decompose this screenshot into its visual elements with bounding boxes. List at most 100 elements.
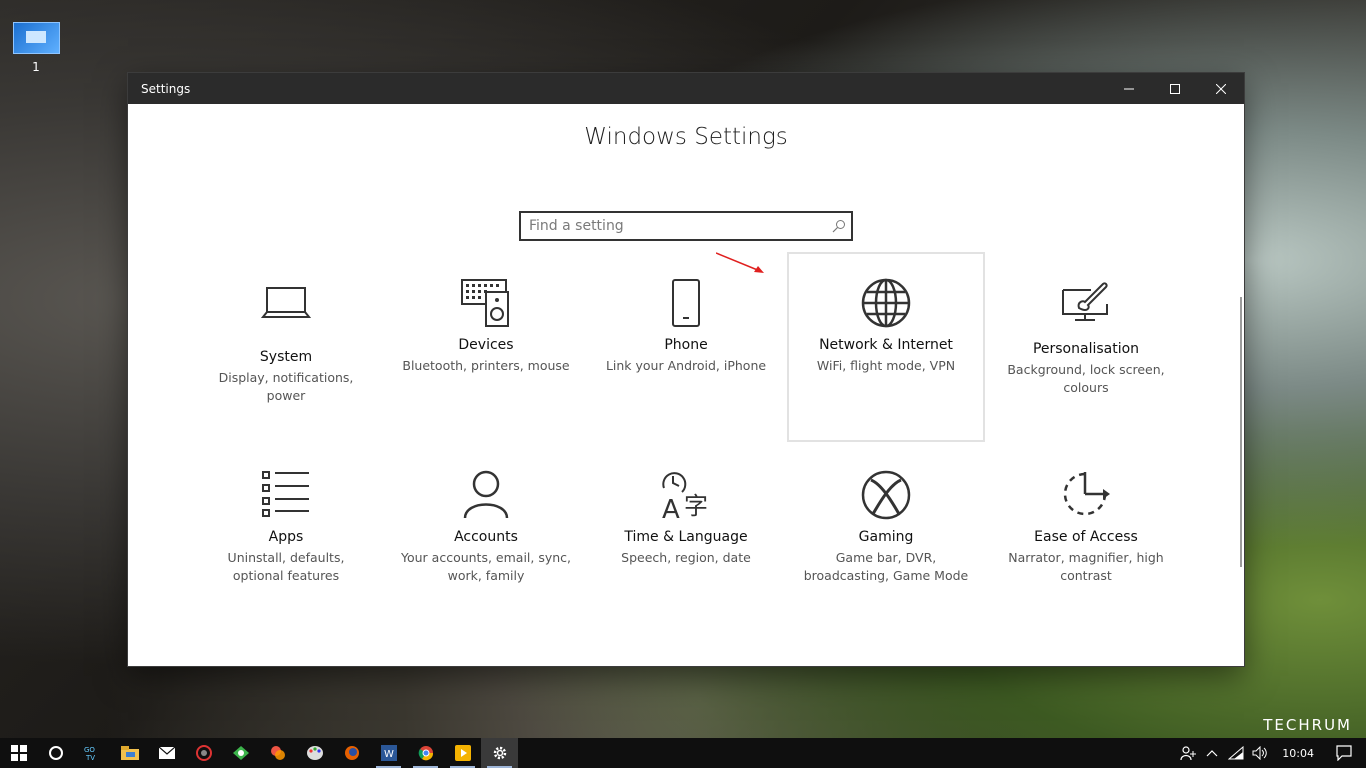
folder-icon <box>120 746 139 760</box>
close-icon <box>1216 83 1226 94</box>
tile-apps[interactable]: Apps Uninstall, defaults, optional featu… <box>187 444 385 632</box>
taskbar-app-firefox[interactable] <box>333 738 370 768</box>
search-input[interactable] <box>521 218 827 234</box>
cortana-circle-icon <box>48 746 63 760</box>
show-hidden-icons-button[interactable] <box>1200 738 1224 768</box>
svg-text:A: A <box>662 495 680 520</box>
svg-text:TV: TV <box>85 754 95 761</box>
tile-time-language[interactable]: A 字 Time & Language Speech, region, date <box>587 444 785 632</box>
tile-label: Personalisation <box>1032 341 1140 357</box>
tile-label: Gaming <box>858 529 914 545</box>
taskbar-app-red[interactable] <box>185 738 222 768</box>
tile-label: Network & Internet <box>819 337 953 353</box>
taskbar-app-media-player[interactable] <box>444 738 481 768</box>
system-tray: 10:04 <box>1176 738 1366 768</box>
speaker-icon <box>1252 746 1268 760</box>
app-green-icon <box>232 746 249 760</box>
gear-icon <box>493 746 506 760</box>
tile-personalisation[interactable]: Personalisation Background, lock screen,… <box>987 252 1185 440</box>
network-button[interactable] <box>1224 738 1248 768</box>
gotv-icon: GOTV <box>84 746 95 761</box>
media-player-icon <box>454 745 471 761</box>
tile-accounts[interactable]: Accounts Your accounts, email, sync, wor… <box>387 444 585 632</box>
page-title: Windows Settings <box>584 124 788 150</box>
close-button[interactable] <box>1198 73 1244 104</box>
firefox-icon <box>344 746 359 760</box>
cortana-button[interactable] <box>37 738 74 768</box>
tile-description: WiFi, flight mode, VPN <box>816 358 956 373</box>
taskbar-clock[interactable]: 10:04 <box>1282 747 1314 760</box>
tile-phone[interactable]: Phone Link your Android, iPhone <box>587 252 785 440</box>
settings-content: Windows Settings System Display, notific… <box>128 104 1244 666</box>
start-button[interactable] <box>0 738 37 768</box>
word-icon: W <box>380 745 397 761</box>
tile-ease-of-access[interactable]: Ease of Access Narrator, magnifier, high… <box>987 444 1185 632</box>
xbox-icon <box>861 470 911 520</box>
maximize-button[interactable] <box>1152 73 1198 104</box>
svg-text:字: 字 <box>684 492 708 520</box>
scrollbar[interactable] <box>1240 297 1242 567</box>
app-multi-icon <box>270 746 285 760</box>
laptop-icon <box>261 287 311 318</box>
tile-description: Your accounts, email, sync, work, family <box>401 550 572 583</box>
tile-description: Game bar, DVR, broadcasting, Game Mode <box>803 550 969 583</box>
search-icon[interactable] <box>827 219 851 233</box>
tile-label: Phone <box>664 337 708 353</box>
svg-text:W: W <box>384 749 394 760</box>
paint-brush-icon <box>1062 282 1108 321</box>
globe-icon <box>861 278 911 328</box>
taskbar-app-paint[interactable] <box>296 738 333 768</box>
desktop-shortcut[interactable]: 1 <box>12 22 60 74</box>
taskbar-app-gotv[interactable]: GO TV <box>74 738 111 768</box>
tile-label: Accounts <box>454 529 518 545</box>
tile-description: Narrator, magnifier, high contrast <box>1008 550 1164 583</box>
clock-language-icon: A 字 <box>662 472 708 520</box>
tile-label: System <box>259 349 313 365</box>
taskbar-app-settings[interactable] <box>481 738 518 768</box>
taskbar-app-green[interactable] <box>222 738 259 768</box>
title-bar[interactable]: Settings <box>128 73 1244 104</box>
windows-logo-icon <box>10 745 27 761</box>
people-icon <box>1180 746 1197 761</box>
taskbar-app-word[interactable]: W <box>370 738 407 768</box>
action-center-icon <box>1336 745 1352 761</box>
watermark: TECHRUM <box>1263 716 1352 734</box>
taskbar-app-file-explorer[interactable] <box>111 738 148 768</box>
settings-window: Settings Windows Settings Find a setting… <box>128 73 1244 666</box>
maximize-icon <box>1170 83 1180 94</box>
list-icon <box>262 471 309 517</box>
taskbar-app-chrome[interactable] <box>407 738 444 768</box>
wifi-icon <box>1228 746 1244 760</box>
chrome-icon <box>418 746 433 761</box>
tile-label: Ease of Access <box>1034 529 1138 545</box>
tile-description: Link your Android, iPhone <box>605 358 767 373</box>
tile-label: Apps <box>268 529 304 545</box>
tile-network-internet[interactable]: Network & Internet WiFi, flight mode, VP… <box>787 252 985 442</box>
tile-label: Devices <box>458 337 514 353</box>
volume-button[interactable] <box>1248 738 1272 768</box>
taskbar-app-multi[interactable] <box>259 738 296 768</box>
desktop-shortcut-label: 1 <box>32 60 40 74</box>
minimize-button[interactable] <box>1106 73 1152 104</box>
tile-description: Speech, region, date <box>621 550 751 565</box>
tile-devices[interactable]: Devices Bluetooth, printers, mouse <box>387 252 585 440</box>
minimize-icon <box>1124 88 1134 89</box>
tile-description: Uninstall, defaults, optional features <box>227 550 345 583</box>
paint-palette-icon <box>306 746 323 760</box>
tile-gaming[interactable]: Gaming Game bar, DVR, broadcasting, Game… <box>787 444 985 632</box>
tile-description: Display, notifications, power <box>218 370 354 403</box>
tile-label: Time & Language <box>624 529 748 545</box>
people-button[interactable] <box>1176 738 1200 768</box>
taskbar: GO TV W 10:04 <box>0 738 1366 768</box>
chevron-up-icon <box>1206 750 1218 757</box>
app-red-icon <box>195 745 212 761</box>
window-title: Settings <box>141 81 191 96</box>
phone-icon <box>672 279 700 327</box>
tile-system[interactable]: System Display, notifications, power <box>187 252 385 440</box>
search-box[interactable] <box>519 211 853 241</box>
taskbar-app-mail[interactable] <box>148 738 185 768</box>
action-center-button[interactable] <box>1332 738 1356 768</box>
svg-text:GO: GO <box>84 746 95 754</box>
tile-description: Bluetooth, printers, mouse <box>402 358 570 373</box>
keyboard-speaker-icon <box>461 279 509 327</box>
